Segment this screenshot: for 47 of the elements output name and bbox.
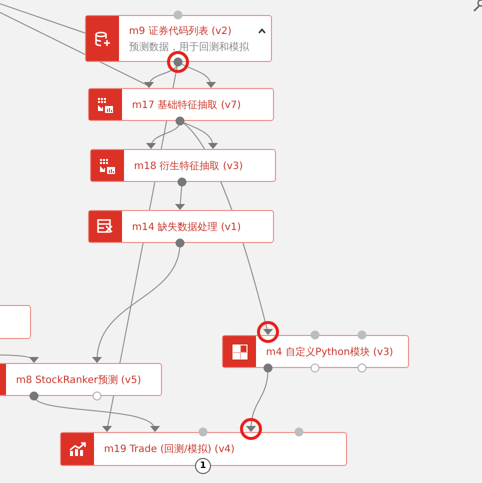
module-title: m14 缺失数据处理 (v1) [132, 220, 241, 234]
output-port[interactable] [310, 363, 320, 373]
output-port[interactable] [357, 363, 367, 373]
input-port[interactable] [294, 427, 304, 437]
module-node[interactable]: m4 自定义Python模块 (v3) [222, 335, 409, 368]
output-port[interactable] [29, 391, 39, 401]
search-icon[interactable] [473, 0, 482, 12]
table-cross-icon [97, 219, 114, 234]
module-node[interactable]: m17 基础特征抽取 (v7) [88, 88, 274, 121]
input-port[interactable] [173, 10, 183, 20]
input-arrow-icon[interactable] [150, 424, 160, 434]
input-arrow-icon[interactable] [92, 355, 102, 365]
module-title: m9 证券代码列表 (v2) [129, 24, 233, 38]
output-port[interactable] [167, 51, 189, 73]
module-title: m17 基础特征抽取 (v7) [132, 98, 241, 112]
module-node[interactable] [0, 305, 31, 339]
squares-icon [232, 344, 248, 360]
count-badge: 1 [195, 458, 211, 474]
module-description: 预测数据，用于回测和模拟 [129, 40, 249, 54]
module-node[interactable]: m9 证券代码列表 (v2) 预测数据，用于回测和模拟 [85, 15, 272, 62]
input-arrow-icon[interactable] [146, 141, 156, 151]
module-title: m19 Trade (回测/模拟) (v4) [104, 442, 235, 456]
output-port[interactable] [175, 116, 185, 126]
module-node[interactable]: m14 缺失数据处理 (v1) [88, 210, 274, 243]
database-icon [94, 30, 110, 46]
input-port[interactable] [357, 330, 367, 340]
output-port[interactable] [177, 177, 187, 187]
input-arrow-icon[interactable] [144, 80, 154, 90]
chevron-icon[interactable] [258, 28, 266, 34]
output-port[interactable] [92, 391, 102, 401]
input-arrow-icon[interactable] [208, 141, 218, 151]
input-arrow-icon[interactable] [175, 202, 185, 212]
input-port[interactable] [198, 427, 208, 437]
module-title: m4 自定义Python模块 (v3) [266, 346, 394, 358]
input-arrow-icon[interactable] [206, 80, 216, 90]
input-arrow-icon[interactable] [102, 424, 112, 434]
input-port[interactable] [310, 330, 320, 340]
input-arrow-icon[interactable] [29, 355, 39, 365]
rising-chart-icon [68, 442, 86, 456]
chart-grid-icon [99, 158, 116, 174]
module-node[interactable]: m8 StockRanker预测 (v5) [0, 363, 162, 396]
chart-grid-icon [97, 96, 114, 112]
module-title: m18 衍生特征抽取 (v3) [134, 160, 243, 172]
module-title: m8 StockRanker预测 (v5) [16, 374, 142, 386]
module-node[interactable]: m18 衍生特征抽取 (v3) [90, 149, 276, 182]
output-port[interactable] [263, 363, 273, 373]
output-port[interactable] [175, 238, 185, 248]
